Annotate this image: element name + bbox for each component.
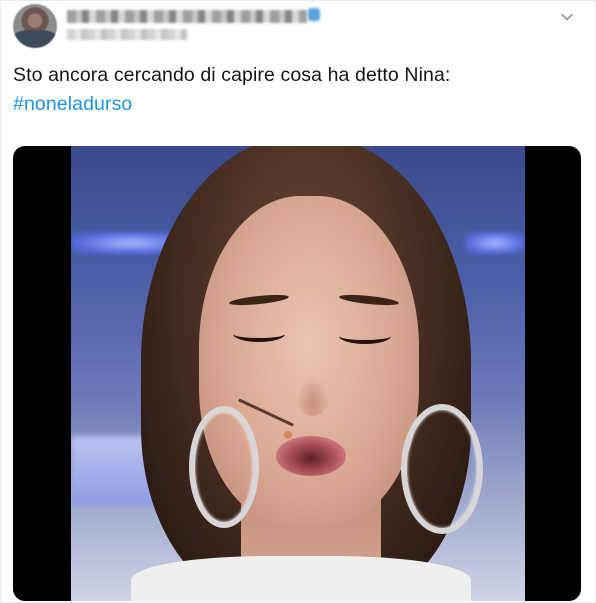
video-frame [71,146,525,601]
mouth [276,436,346,476]
stage-light [465,232,525,254]
tweet-video[interactable] [13,146,581,601]
verified-badge-icon [308,8,320,21]
tweet-body: Sto ancora cercando di capire cosa ha de… [13,64,451,86]
tweet-card: Sto ancora cercando di capire cosa ha de… [0,0,596,603]
display-name-blurred[interactable] [67,10,307,23]
user-handle-blurred[interactable] [67,29,187,40]
shirt [131,556,471,601]
right-earring [401,404,483,534]
tweet-text: Sto ancora cercando di capire cosa ha de… [13,61,573,119]
headset-mic-tip [284,431,292,439]
left-eye [233,326,285,342]
right-eye [339,328,391,344]
user-avatar[interactable] [13,4,57,48]
hashtag-link[interactable]: #noneladurso [13,93,132,115]
nose [296,376,330,416]
chevron-down-icon[interactable] [559,9,575,25]
left-earring [189,406,259,528]
